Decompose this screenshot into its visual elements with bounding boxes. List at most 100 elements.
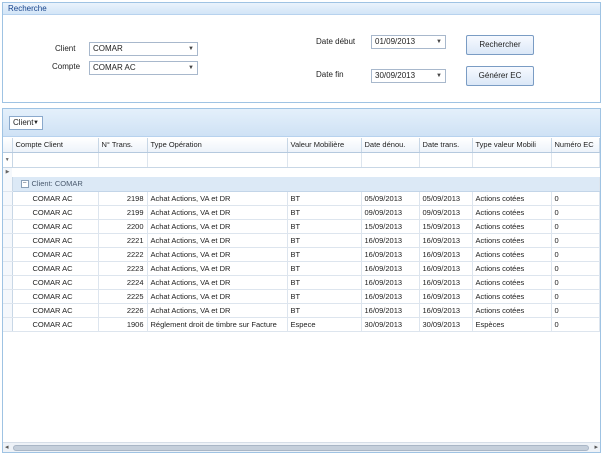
cell-type-valeur[interactable]: Actions cotées xyxy=(472,233,552,248)
table-row[interactable]: COMAR AC 2225 Achat Actions, VA et DR BT 16/… xyxy=(3,289,600,304)
cell-num-trans[interactable]: 2200 xyxy=(98,219,148,234)
col-header-compte-client[interactable]: Compte Client xyxy=(12,138,99,153)
cell-type-valeur[interactable]: Actions cotées xyxy=(472,289,552,304)
cell-date-trans[interactable]: 16/09/2013 xyxy=(419,233,473,248)
cell-valeur-mobiliere[interactable]: BT xyxy=(287,219,362,234)
cell-num-trans[interactable]: 2223 xyxy=(98,261,148,276)
cell-type-operation[interactable]: Achat Actions, VA et DR xyxy=(147,205,288,220)
cell-num-trans[interactable]: 2226 xyxy=(98,303,148,318)
table-row[interactable]: COMAR AC 2222 Achat Actions, VA et DR BT 16/… xyxy=(3,247,600,262)
cell-compte-client[interactable]: COMAR AC xyxy=(12,191,99,206)
table-row[interactable]: COMAR AC 2198 Achat Actions, VA et DR BT 05/… xyxy=(3,191,600,206)
cell-type-operation[interactable]: Achat Actions, VA et DR xyxy=(147,247,288,262)
filter-cell[interactable] xyxy=(361,152,420,168)
cell-type-operation[interactable]: Achat Actions, VA et DR xyxy=(147,191,288,206)
cell-date-trans[interactable]: 16/09/2013 xyxy=(419,275,473,290)
chevron-down-icon[interactable]: ▼ xyxy=(436,70,442,82)
cell-numero-ec[interactable]: 0 xyxy=(551,247,600,262)
cell-date-trans[interactable]: 09/09/2013 xyxy=(419,205,473,220)
cell-type-valeur[interactable]: Actions cotées xyxy=(472,247,552,262)
cell-date-trans[interactable]: 05/09/2013 xyxy=(419,191,473,206)
cell-num-trans[interactable]: 2199 xyxy=(98,205,148,220)
filter-cell[interactable] xyxy=(419,152,473,168)
table-row[interactable]: COMAR AC 2223 Achat Actions, VA et DR BT 16/… xyxy=(3,261,600,276)
cell-date-denou[interactable]: 05/09/2013 xyxy=(361,191,420,206)
chevron-down-icon[interactable]: ▼ xyxy=(33,117,39,129)
cell-date-denou[interactable]: 30/09/2013 xyxy=(361,317,420,332)
client-combo[interactable]: COMAR ▼ xyxy=(89,42,198,56)
cell-valeur-mobiliere[interactable]: BT xyxy=(287,303,362,318)
cell-numero-ec[interactable]: 0 xyxy=(551,317,600,332)
cell-type-operation[interactable]: Achat Actions, VA et DR xyxy=(147,303,288,318)
cell-type-valeur[interactable]: Actions cotées xyxy=(472,261,552,276)
cell-type-valeur[interactable]: Actions cotées xyxy=(472,219,552,234)
cell-type-valeur[interactable]: Actions cotées xyxy=(472,303,552,318)
cell-num-trans[interactable]: 2221 xyxy=(98,233,148,248)
cell-compte-client[interactable]: COMAR AC xyxy=(12,303,99,318)
cell-type-operation[interactable]: Achat Actions, VA et DR xyxy=(147,219,288,234)
cell-date-trans[interactable]: 16/09/2013 xyxy=(419,303,473,318)
cell-compte-client[interactable]: COMAR AC xyxy=(12,317,99,332)
cell-date-trans[interactable]: 15/09/2013 xyxy=(419,219,473,234)
date-fin-picker[interactable]: 30/09/2013 ▼ xyxy=(371,69,446,83)
table-row[interactable]: COMAR AC 2224 Achat Actions, VA et DR BT 16/… xyxy=(3,275,600,290)
table-row[interactable]: COMAR AC 2200 Achat Actions, VA et DR BT 15/… xyxy=(3,219,600,234)
cell-compte-client[interactable]: COMAR AC xyxy=(12,247,99,262)
date-debut-picker[interactable]: 01/09/2013 ▼ xyxy=(371,35,446,49)
cell-numero-ec[interactable]: 0 xyxy=(551,303,600,318)
col-header-date-denou[interactable]: Date dénou. xyxy=(361,138,420,153)
cell-type-operation[interactable]: Réglement droit de timbre sur Facture xyxy=(147,317,288,332)
cell-num-trans[interactable]: 2225 xyxy=(98,289,148,304)
chevron-down-icon[interactable]: ▼ xyxy=(188,62,194,74)
cell-numero-ec[interactable]: 0 xyxy=(551,205,600,220)
col-header-date-trans[interactable]: Date trans. xyxy=(419,138,473,153)
scrollbar-thumb[interactable] xyxy=(13,445,589,451)
group-row-cell[interactable]: − Client: COMAR xyxy=(12,177,600,192)
filter-cell[interactable] xyxy=(287,152,362,168)
table-row[interactable]: COMAR AC 1906 Réglement droit de timbre su… xyxy=(3,317,600,332)
cell-date-trans[interactable]: 16/09/2013 xyxy=(419,261,473,276)
cell-type-operation[interactable]: Achat Actions, VA et DR xyxy=(147,233,288,248)
cell-date-denou[interactable]: 16/09/2013 xyxy=(361,261,420,276)
generer-ec-button[interactable]: Générer EC xyxy=(466,66,534,86)
cell-valeur-mobiliere[interactable]: BT xyxy=(287,275,362,290)
cell-date-trans[interactable]: 16/09/2013 xyxy=(419,289,473,304)
cell-compte-client[interactable]: COMAR AC xyxy=(12,205,99,220)
cell-type-operation[interactable]: Achat Actions, VA et DR xyxy=(147,261,288,276)
cell-date-denou[interactable]: 16/09/2013 xyxy=(361,275,420,290)
cell-valeur-mobiliere[interactable]: BT xyxy=(287,205,362,220)
cell-numero-ec[interactable]: 0 xyxy=(551,219,600,234)
col-header-numero-ec[interactable]: Numéro EC xyxy=(551,138,600,153)
filter-cell[interactable] xyxy=(12,152,99,168)
cell-type-valeur[interactable]: Actions cotées xyxy=(472,205,552,220)
group-row[interactable]: − Client: COMAR xyxy=(3,177,600,192)
scroll-right-icon[interactable]: ▸ xyxy=(594,443,598,453)
compte-combo[interactable]: COMAR AC ▼ xyxy=(89,61,198,75)
cell-numero-ec[interactable]: 0 xyxy=(551,275,600,290)
cell-compte-client[interactable]: COMAR AC xyxy=(12,233,99,248)
cell-num-trans[interactable]: 1906 xyxy=(98,317,148,332)
cell-compte-client[interactable]: COMAR AC xyxy=(12,219,99,234)
col-header-type-valeur[interactable]: Type valeur Mobili xyxy=(472,138,552,153)
cell-date-denou[interactable]: 16/09/2013 xyxy=(361,289,420,304)
col-header-type-operation[interactable]: Type Opération xyxy=(147,138,288,153)
cell-type-operation[interactable]: Achat Actions, VA et DR xyxy=(147,289,288,304)
table-row[interactable]: COMAR AC 2221 Achat Actions, VA et DR BT 16/… xyxy=(3,233,600,248)
cell-date-trans[interactable]: 16/09/2013 xyxy=(419,247,473,262)
cell-date-denou[interactable]: 16/09/2013 xyxy=(361,233,420,248)
cell-valeur-mobiliere[interactable]: BT xyxy=(287,289,362,304)
col-header-num-trans[interactable]: N° Trans. xyxy=(98,138,148,153)
cell-num-trans[interactable]: 2198 xyxy=(98,191,148,206)
filter-cell[interactable] xyxy=(551,152,600,168)
cell-valeur-mobiliere[interactable]: BT xyxy=(287,191,362,206)
cell-date-denou[interactable]: 09/09/2013 xyxy=(361,205,420,220)
col-header-valeur-mobiliere[interactable]: Valeur Mobilière xyxy=(287,138,362,153)
cell-numero-ec[interactable]: 0 xyxy=(551,261,600,276)
cell-valeur-mobiliere[interactable]: BT xyxy=(287,233,362,248)
table-row[interactable]: COMAR AC 2226 Achat Actions, VA et DR BT 16/… xyxy=(3,303,600,318)
table-row[interactable]: COMAR AC 2199 Achat Actions, VA et DR BT 09/… xyxy=(3,205,600,220)
chevron-down-icon[interactable]: ▼ xyxy=(436,36,442,48)
rechercher-button[interactable]: Rechercher xyxy=(466,35,534,55)
cell-valeur-mobiliere[interactable]: BT xyxy=(287,261,362,276)
cell-date-denou[interactable]: 16/09/2013 xyxy=(361,303,420,318)
